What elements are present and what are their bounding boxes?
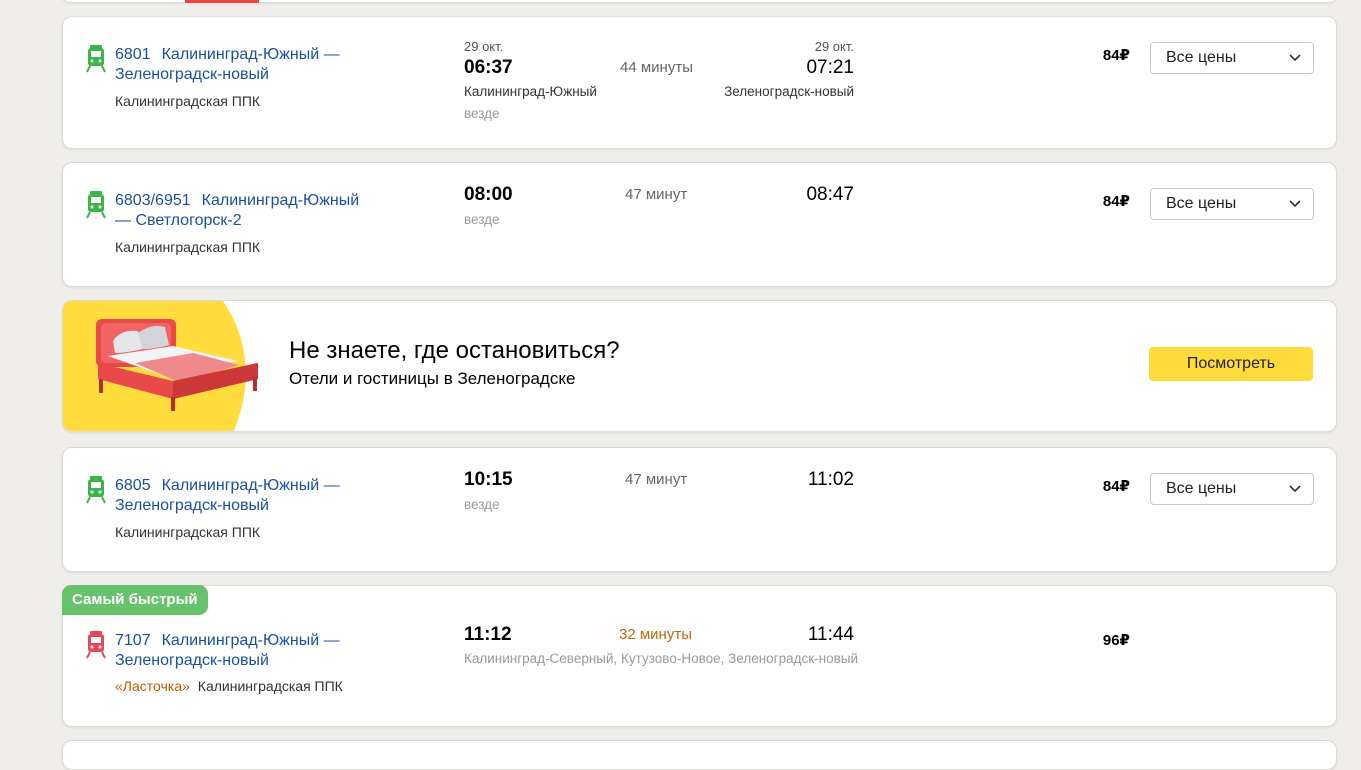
prices-dropdown-label: Все цены [1166, 195, 1237, 212]
express-train-icon [86, 631, 106, 659]
arrival-time: 08:47 [806, 184, 854, 205]
arrival-station: Зеленоградск-новый [724, 84, 854, 99]
trip-title-link[interactable]: 6801 Калининград-Южный — Зеленоградск-нов… [115, 45, 375, 85]
stops: везде [464, 497, 500, 512]
prices-dropdown[interactable]: Все цены [1150, 188, 1314, 220]
train-number[interactable]: 7107 [115, 632, 151, 649]
fastest-badge: Самый быстрый [62, 585, 208, 615]
departure-date: 29 окт. [464, 39, 504, 54]
trip-card[interactable]: 6805 Калининград-Южный — Зеленоградск-нов… [62, 447, 1337, 572]
stops: Калининград-Северный, Кутузово-Новое, Зе… [464, 651, 859, 666]
chevron-down-icon [1289, 54, 1301, 62]
prices-dropdown[interactable]: Все цены [1150, 42, 1314, 74]
carrier-name: Калининградская ППК [197, 678, 343, 694]
departure-time: 08:00 [464, 184, 513, 205]
arrival-time: 11:02 [807, 469, 854, 490]
carrier-name: Калининградская ППК [115, 93, 261, 109]
departure-time: 11:12 [464, 624, 512, 645]
next-trip-card [62, 740, 1337, 770]
bed-illustration [63, 301, 258, 431]
departure-time: 10:15 [464, 469, 513, 490]
price: 84₽ [1102, 193, 1130, 210]
stops: везде [464, 106, 500, 121]
arrival-date: 29 окт. [814, 39, 854, 54]
carrier: Калининградская ППК [115, 93, 260, 109]
price: 96₽ [1102, 632, 1130, 649]
suburban-train-icon [86, 45, 106, 73]
duration: 32 минуты [619, 626, 692, 643]
train-number[interactable]: 6803/6951 [115, 192, 191, 209]
trip-card[interactable]: 6803/6951 Калининград-Южный — Светлогорск… [62, 162, 1337, 287]
departure-time: 06:37 [464, 57, 513, 78]
previous-trip-card [62, 0, 1337, 3]
train-number[interactable]: 6801 [115, 46, 151, 63]
trip-title-link[interactable]: 6805 Калининград-Южный — Зеленоградск-нов… [115, 476, 375, 516]
duration: 47 минут [625, 186, 688, 203]
ad-subtitle: Отели и гостиницы в Зеленоградске [289, 369, 576, 388]
view-hotels-button[interactable]: Посмотреть [1149, 347, 1313, 381]
carrier-name: Калининградская ППК [115, 524, 261, 540]
departure-station: Калининград-Южный [464, 84, 597, 99]
carrier-name: Калининградская ППК [115, 239, 261, 255]
trip-title-link[interactable]: 6803/6951 Калининград-Южный — Светлогорск… [115, 191, 375, 231]
train-number[interactable]: 6805 [115, 477, 151, 494]
carrier: Калининградская ППК [115, 524, 260, 540]
suburban-train-icon [86, 476, 106, 504]
prices-dropdown-label: Все цены [1166, 49, 1237, 66]
red-indicator [185, 0, 259, 3]
ad-title: Не знаете, где остановиться? [289, 337, 620, 364]
trip-card[interactable]: Самый быстрый 7107 Калининград-Южный — Зе… [62, 585, 1337, 727]
arrival-time: 07:21 [806, 57, 854, 78]
carrier: «Ласточка» Калининградская ППК [115, 678, 343, 694]
chevron-down-icon [1289, 485, 1301, 493]
suburban-train-icon [86, 191, 106, 219]
price: 84₽ [1102, 47, 1130, 64]
prices-dropdown[interactable]: Все цены [1150, 473, 1314, 505]
carrier: Калининградская ППК [115, 239, 260, 255]
trip-title-link[interactable]: 7107 Калининград-Южный — Зеленоградск-нов… [115, 631, 375, 671]
chevron-down-icon [1289, 200, 1301, 208]
stops: везде [464, 212, 500, 227]
duration: 44 минуты [620, 59, 693, 76]
train-brand: «Ласточка» [115, 678, 190, 694]
duration: 47 минут [625, 471, 688, 488]
hotel-ad-card[interactable]: Не знаете, где остановиться? Отели и гос… [62, 300, 1337, 432]
arrival-time: 11:44 [807, 624, 854, 645]
trip-card[interactable]: 6801 Калининград-Южный — Зеленоградск-нов… [62, 16, 1337, 149]
price: 84₽ [1102, 478, 1130, 495]
prices-dropdown-label: Все цены [1166, 480, 1237, 497]
